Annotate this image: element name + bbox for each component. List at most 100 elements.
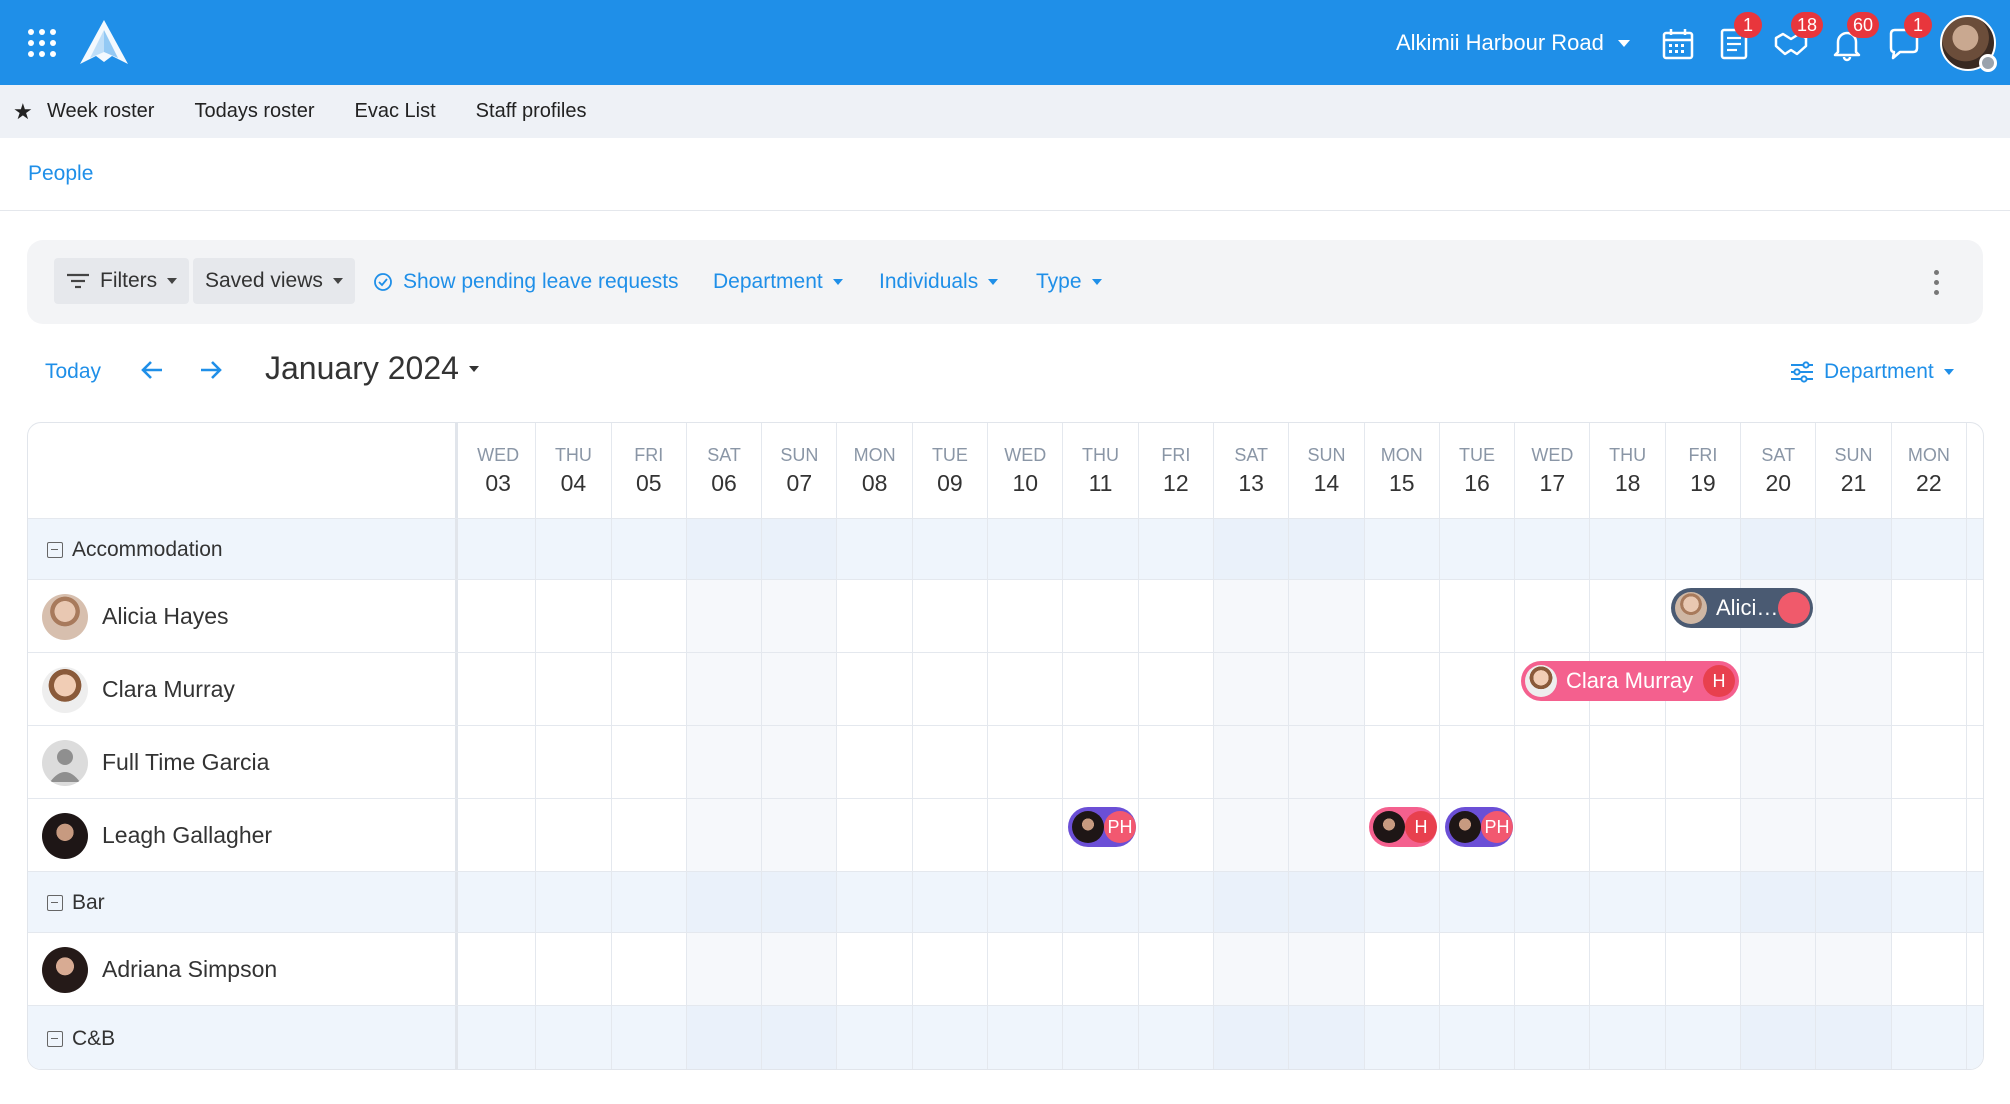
filters-button[interactable]: Filters	[54, 258, 190, 304]
department-filter[interactable]: Department	[713, 270, 843, 294]
day-cell[interactable]	[838, 519, 913, 580]
day-cell[interactable]	[838, 872, 913, 933]
day-cell[interactable]	[1440, 933, 1516, 1006]
day-cell[interactable]	[762, 580, 838, 653]
today-button[interactable]: Today	[45, 360, 101, 384]
day-cell[interactable]	[913, 726, 989, 799]
day-cell[interactable]	[536, 872, 612, 933]
day-cell[interactable]	[1741, 519, 1817, 580]
day-cell[interactable]	[1892, 933, 1967, 1006]
day-cell[interactable]	[1666, 799, 1742, 872]
day-cell[interactable]	[988, 580, 1064, 653]
group-header[interactable]: Bar	[28, 872, 458, 933]
day-cell[interactable]	[612, 1006, 687, 1069]
day-cell[interactable]	[1892, 653, 1967, 726]
day-cell[interactable]	[913, 580, 989, 653]
collapse-icon[interactable]	[47, 1030, 63, 1047]
day-cell[interactable]	[1666, 519, 1742, 580]
day-cell[interactable]	[1892, 580, 1967, 653]
day-cell[interactable]	[612, 653, 687, 726]
day-cell[interactable]	[1365, 872, 1440, 933]
day-cell[interactable]	[988, 653, 1064, 726]
day-cell[interactable]	[1892, 872, 1967, 933]
day-cell[interactable]	[1892, 726, 1967, 799]
day-cell[interactable]	[1741, 799, 1817, 872]
bell-icon[interactable]: 60	[1829, 12, 1880, 62]
day-cell[interactable]	[1741, 1006, 1817, 1069]
day-cell[interactable]	[1365, 653, 1440, 726]
collapse-icon[interactable]	[47, 541, 63, 558]
day-cell[interactable]	[913, 872, 989, 933]
day-cell[interactable]	[913, 933, 989, 1006]
day-cell[interactable]	[1214, 933, 1290, 1006]
more-options-icon[interactable]	[1934, 270, 1939, 295]
day-cell[interactable]	[686, 872, 763, 933]
day-cell[interactable]	[1591, 933, 1666, 1006]
day-cell[interactable]	[1515, 799, 1591, 872]
day-cell[interactable]	[1139, 519, 1214, 580]
day-cell[interactable]	[913, 519, 989, 580]
day-cell[interactable]	[1515, 1006, 1591, 1069]
day-cell[interactable]	[612, 799, 687, 872]
day-cell[interactable]	[1591, 580, 1666, 653]
day-cell[interactable]	[1440, 872, 1516, 933]
person-cell[interactable]: Full Time Garcia	[28, 726, 458, 799]
day-cell[interactable]	[1214, 799, 1290, 872]
day-cell[interactable]	[1063, 653, 1139, 726]
day-cell[interactable]	[461, 580, 537, 653]
day-cell[interactable]	[1816, 519, 1892, 580]
day-cell[interactable]	[1139, 1006, 1214, 1069]
day-cell[interactable]	[1741, 933, 1817, 1006]
day-cell[interactable]	[762, 653, 838, 726]
day-cell[interactable]	[461, 726, 537, 799]
day-cell[interactable]	[461, 933, 537, 1006]
day-cell[interactable]	[461, 872, 537, 933]
day-cell[interactable]	[762, 1006, 838, 1069]
user-avatar[interactable]	[1940, 15, 1997, 72]
person-cell[interactable]: Alicia Hayes	[28, 580, 458, 653]
day-cell[interactable]	[762, 799, 838, 872]
day-cell[interactable]	[1289, 1006, 1365, 1069]
day-cell[interactable]	[838, 799, 913, 872]
day-cell[interactable]	[1892, 1006, 1967, 1069]
day-cell[interactable]	[1892, 799, 1967, 872]
day-cell[interactable]	[686, 799, 763, 872]
leave-event-alicia[interactable]: Alici…	[1671, 588, 1813, 628]
day-cell[interactable]	[1289, 726, 1365, 799]
nav-evac-list[interactable]: Evac List	[355, 100, 436, 123]
day-cell[interactable]	[1214, 519, 1290, 580]
day-cell[interactable]	[1741, 726, 1817, 799]
day-cell[interactable]	[988, 799, 1064, 872]
day-cell[interactable]	[988, 1006, 1064, 1069]
timesheet-icon[interactable]: 1	[1716, 12, 1762, 62]
day-cell[interactable]	[1214, 726, 1290, 799]
leave-event-leagh-h[interactable]: H	[1369, 807, 1437, 847]
day-cell[interactable]	[1591, 872, 1666, 933]
day-cell[interactable]	[536, 799, 612, 872]
day-cell[interactable]	[1816, 799, 1892, 872]
day-cell[interactable]	[838, 933, 913, 1006]
pending-leave-toggle[interactable]: Show pending leave requests	[373, 270, 679, 294]
day-cell[interactable]	[1591, 519, 1666, 580]
leave-event-leagh-ph[interactable]: PH	[1445, 807, 1513, 847]
day-cell[interactable]	[1139, 580, 1214, 653]
day-cell[interactable]	[686, 580, 763, 653]
day-cell[interactable]	[1139, 653, 1214, 726]
day-cell[interactable]	[1440, 580, 1516, 653]
chat-icon[interactable]: 1	[1886, 12, 1932, 62]
day-cell[interactable]	[1816, 726, 1892, 799]
day-cell[interactable]	[1515, 726, 1591, 799]
day-cell[interactable]	[1515, 580, 1591, 653]
day-cell[interactable]	[1139, 726, 1214, 799]
day-cell[interactable]	[1440, 653, 1516, 726]
day-cell[interactable]	[1741, 653, 1817, 726]
nav-todays-roster[interactable]: Todays roster	[194, 100, 314, 123]
day-cell[interactable]	[913, 653, 989, 726]
day-cell[interactable]	[1289, 653, 1365, 726]
day-cell[interactable]	[1063, 1006, 1139, 1069]
day-cell[interactable]	[1666, 1006, 1742, 1069]
day-cell[interactable]	[461, 519, 537, 580]
breadcrumb-people[interactable]: People	[28, 162, 93, 186]
person-cell[interactable]: Adriana Simpson	[28, 933, 458, 1006]
day-cell[interactable]	[1591, 799, 1666, 872]
